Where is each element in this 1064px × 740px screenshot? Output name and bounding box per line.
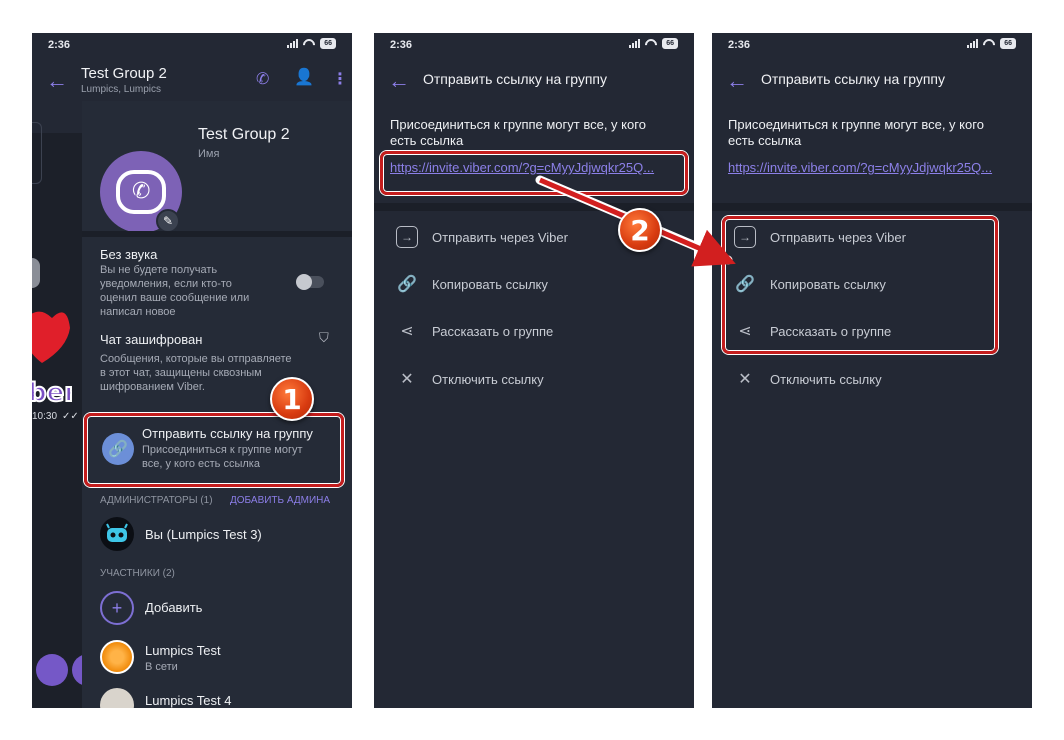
member-name[interactable]: Lumpics Test [145, 643, 221, 658]
step-badge: 2 [618, 208, 662, 252]
signal-icon [629, 39, 641, 48]
shield-icon: ⛉ [319, 330, 329, 345]
call-icon[interactable]: ✆ [256, 69, 269, 89]
group-name-hint: Имя [198, 148, 220, 160]
add-admin-link[interactable]: ДОБАВИТЬ АДМИНА [230, 495, 330, 506]
status-time: 2:36 [728, 39, 751, 51]
admin-name[interactable]: Вы (Lumpics Test 3) [145, 527, 262, 542]
share-options-highlight [722, 216, 998, 354]
read-check-icon: ✓✓ [62, 411, 79, 422]
close-icon: ✕ [400, 371, 414, 388]
link-highlight [380, 151, 688, 195]
share-arrow-icon: → [396, 226, 418, 248]
wifi-icon [303, 39, 315, 48]
members-header: УЧАСТНИКИ (2) [100, 568, 175, 579]
menu-label: Отключить ссылку [432, 371, 544, 387]
add-member-label[interactable]: Добавить [145, 600, 202, 615]
add-participant-icon[interactable]: 👤 [294, 67, 314, 87]
share-group-item[interactable]: ⋖ Рассказать о группе [396, 320, 553, 342]
add-member-icon[interactable]: + [100, 591, 134, 625]
share-icon: ⋖ [400, 323, 414, 340]
sticker-image: ber [32, 311, 72, 409]
more-options-icon[interactable]: ⋮ [332, 69, 348, 89]
mute-desc: Вы не будете получать [100, 264, 218, 276]
info-text: есть ссылка [390, 133, 464, 148]
mute-desc: написал новое [100, 306, 176, 318]
viber-logo-icon [116, 170, 166, 214]
step-badge: 1 [270, 377, 314, 421]
battery-icon: 66 [1000, 38, 1016, 49]
signal-icon [287, 39, 299, 48]
edit-pencil-icon[interactable]: ✎ [156, 209, 180, 233]
invite-link[interactable]: https://invite.viber.com/?g=cMyyJdjwqkr2… [728, 160, 992, 175]
message-time: 10:30 [32, 411, 58, 422]
link-icon: 🔗 [397, 276, 417, 293]
menu-label: Копировать ссылку [432, 276, 548, 292]
disable-link-item[interactable]: ✕ Отключить ссылку [734, 368, 882, 390]
status-bar: 2:36 66 [374, 33, 694, 55]
mute-title: Без звука [100, 247, 158, 262]
send-link-highlight[interactable] [84, 413, 344, 487]
chat-avatar-edge [32, 258, 40, 288]
battery-icon: 66 [662, 38, 678, 49]
status-bar: 2:36 66 [712, 33, 1032, 55]
member-name[interactable]: Lumpics Test 4 [145, 693, 231, 708]
group-info-screen: 2:36 66 ← Test Group 2 Lumpics, Lumpics … [32, 33, 352, 708]
info-text: Присоединиться к группе могут все, у ког… [390, 117, 646, 132]
svg-text:ber: ber [32, 378, 72, 408]
admins-header: АДМИНИСТРАТОРЫ (1) [100, 495, 213, 506]
send-via-viber-item[interactable]: → Отправить через Viber [396, 226, 568, 248]
android-avatar [100, 517, 134, 551]
chat-subtitle: Lumpics, Lumpics [81, 84, 162, 95]
encryption-title: Чат зашифрован [100, 332, 203, 347]
signal-icon [967, 39, 979, 48]
record-button[interactable] [36, 654, 68, 686]
menu-label: Отправить через Viber [432, 229, 568, 245]
wifi-icon [983, 39, 995, 48]
mute-toggle[interactable] [296, 274, 324, 290]
section-divider [712, 203, 1032, 211]
wifi-icon [645, 39, 657, 48]
status-time: 2:36 [390, 39, 413, 51]
chat-card-edge [32, 122, 42, 184]
orange-avatar [100, 640, 134, 674]
copy-link-item[interactable]: 🔗 Копировать ссылку [396, 273, 548, 295]
back-arrow-icon[interactable]: ← [726, 68, 748, 94]
mute-desc: оценил ваше сообщение или [100, 292, 250, 304]
page-title: Отправить ссылку на группу [761, 71, 946, 87]
status-time: 2:36 [48, 39, 71, 51]
encryption-desc: Сообщения, которые вы отправляете [100, 353, 292, 365]
member-status: В сети [145, 661, 178, 673]
back-arrow-icon[interactable]: ← [46, 68, 68, 94]
chat-title: Test Group 2 [81, 65, 167, 82]
back-arrow-icon[interactable]: ← [388, 68, 410, 94]
menu-label: Рассказать о группе [432, 323, 554, 339]
share-link-screen: 2:36 66 ← Отправить ссылку на группу При… [374, 33, 694, 708]
encryption-desc: в этот чат, защищены сквозным [100, 367, 262, 379]
group-name[interactable]: Test Group 2 [198, 126, 290, 144]
page-title: Отправить ссылку на группу [423, 71, 608, 87]
close-icon: ✕ [738, 371, 752, 388]
mute-desc: уведомления, если кто-то [100, 278, 232, 290]
status-bar: 2:36 66 [32, 33, 352, 55]
battery-icon: 66 [320, 38, 336, 49]
disable-link-item[interactable]: ✕ Отключить ссылку [396, 368, 544, 390]
share-link-screen-highlight: 2:36 66 ← Отправить ссылку на группу При… [712, 33, 1032, 708]
info-text: есть ссылка [728, 133, 802, 148]
section-divider [82, 231, 352, 237]
encryption-desc: шифрованием Viber. [100, 381, 205, 393]
info-text: Присоединиться к группе могут все, у ког… [728, 117, 984, 132]
menu-label: Отключить ссылку [770, 371, 882, 387]
